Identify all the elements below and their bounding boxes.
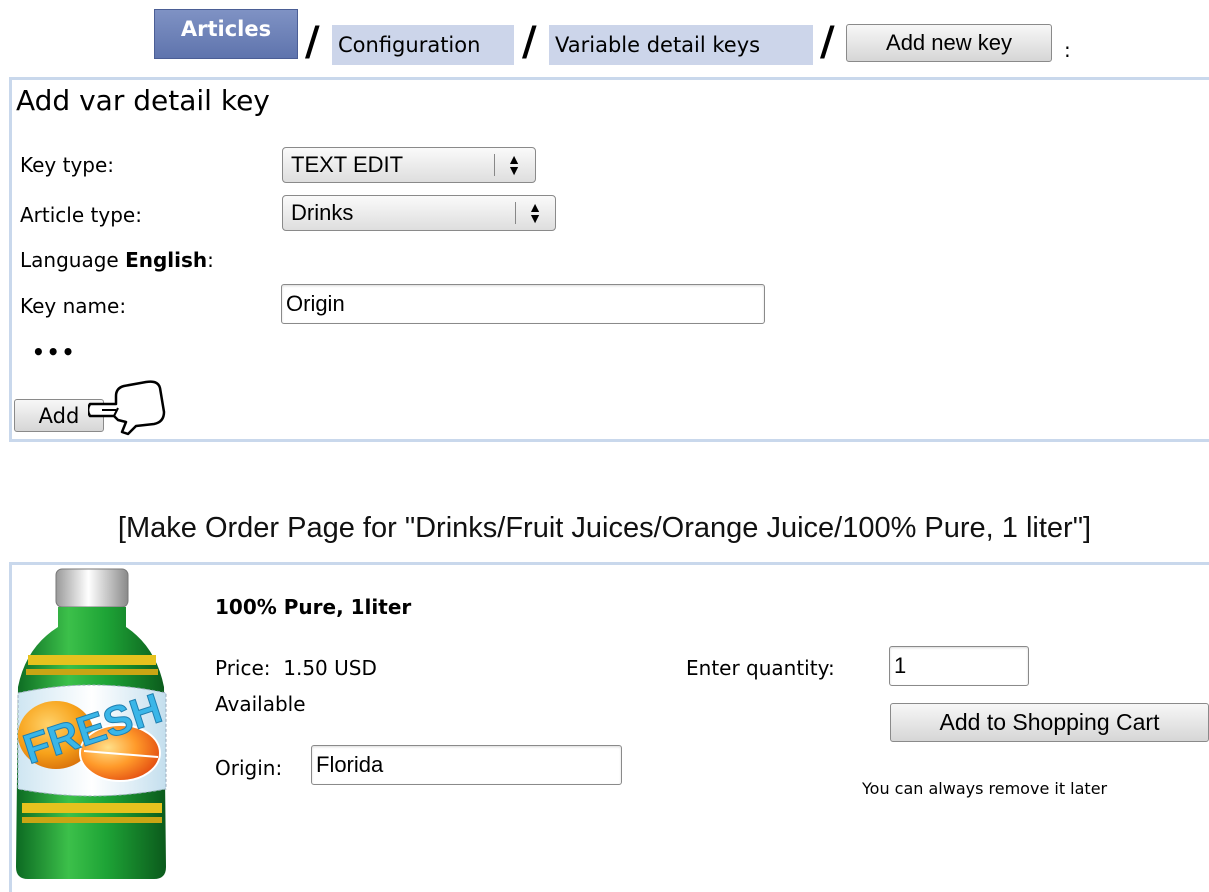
key-name-input[interactable]: Origin	[281, 284, 765, 324]
select-divider	[494, 154, 495, 176]
origin-input[interactable]: Florida	[311, 745, 622, 785]
add-to-shopping-cart-button[interactable]: Add to Shopping Cart	[890, 703, 1209, 742]
key-type-label: Key type:	[20, 153, 115, 177]
remove-later-note: You can always remove it later	[862, 779, 1108, 798]
availability-status: Available	[215, 692, 306, 716]
select-divider	[515, 202, 516, 224]
form-title: Add var detail key	[16, 84, 270, 117]
quantity-label: Enter quantity:	[686, 656, 835, 680]
price-value: 1.50 USD	[283, 656, 377, 680]
quantity-input[interactable]: 1	[889, 646, 1029, 686]
updown-arrows-icon: ▲ ▼	[528, 199, 542, 226]
key-name-label: Key name:	[20, 294, 127, 318]
breadcrumb-trailing-colon: :	[1064, 38, 1071, 62]
key-type-value: TEXT EDIT	[291, 152, 404, 177]
pointing-hand-cursor-icon	[88, 380, 166, 436]
product-name: 100% Pure, 1liter	[215, 595, 412, 619]
article-type-label: Article type:	[20, 203, 142, 227]
breadcrumb-separator: /	[305, 19, 320, 65]
breadcrumb-separator: /	[522, 19, 537, 65]
updown-arrows-icon: ▲ ▼	[507, 151, 521, 178]
order-page-caption: [Make Order Page for "Drinks/Fruit Juice…	[117, 512, 1092, 544]
juice-bottle-image: FRESH	[16, 568, 168, 879]
language-label: Language English:	[20, 248, 214, 272]
breadcrumb-variable-detail-keys-link[interactable]: Variable detail keys	[549, 25, 813, 65]
add-new-key-button[interactable]: Add new key	[846, 24, 1052, 62]
ellipsis: •••	[32, 340, 77, 364]
key-type-select[interactable]: TEXT EDIT ▲ ▼	[282, 147, 536, 183]
article-type-select[interactable]: Drinks ▲ ▼	[282, 195, 556, 231]
price-label: Price: 1.50 USD	[215, 656, 377, 680]
origin-label: Origin:	[215, 756, 283, 780]
breadcrumb-separator: /	[820, 19, 835, 65]
article-type-value: Drinks	[291, 200, 354, 225]
breadcrumb-articles-button[interactable]: Articles	[154, 9, 298, 59]
breadcrumb-configuration-link[interactable]: Configuration	[332, 25, 514, 65]
language-name: English	[125, 248, 208, 272]
